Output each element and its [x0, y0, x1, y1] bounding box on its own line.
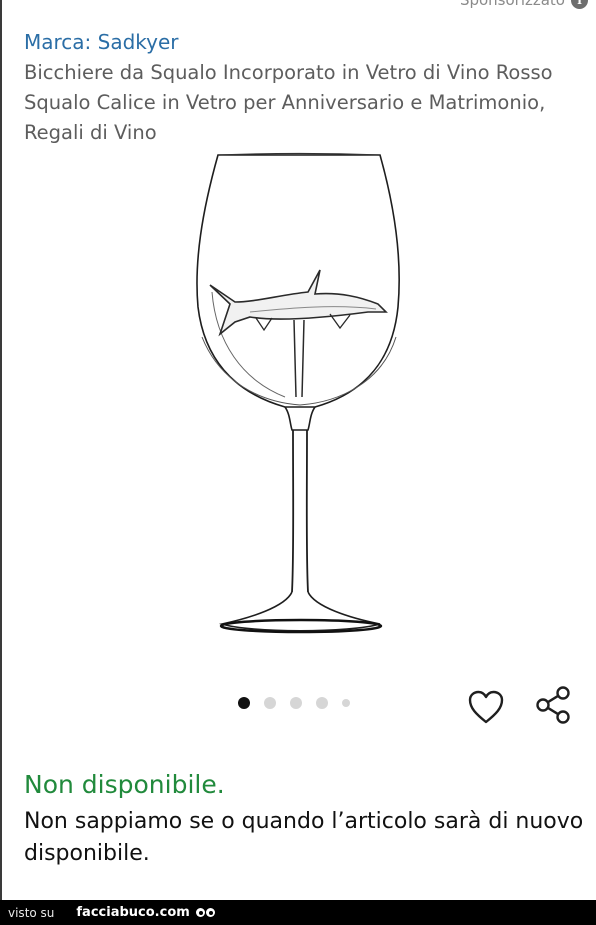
glass-neck [284, 406, 316, 431]
page-left-border [0, 0, 2, 900]
glass-stem [291, 429, 309, 593]
share-icon[interactable] [534, 684, 574, 726]
sponsored-label: Sponsorizzato [459, 0, 565, 9]
footer-bar: visto su facciabuco.com [0, 900, 596, 925]
brand-link[interactable]: Marca: Sadkyer [24, 30, 179, 54]
shark-figure [209, 269, 388, 337]
eyes-logo-icon [195, 908, 215, 917]
sponsored-label-container[interactable]: Sponsorizzato i [460, 0, 588, 10]
info-icon[interactable]: i [571, 0, 588, 9]
availability-status: Non disponibile. [24, 770, 225, 799]
carousel-dot-1[interactable] [238, 697, 250, 709]
carousel-indicator [238, 697, 350, 709]
glass-liquid-shadow [201, 336, 397, 406]
product-image[interactable] [190, 152, 410, 637]
heart-icon[interactable] [466, 688, 506, 726]
footer-seen-on: visto su [8, 905, 55, 920]
glass-bowl [196, 154, 400, 408]
carousel-dot-2[interactable] [264, 697, 276, 709]
footer-site-name[interactable]: facciabuco.com [76, 905, 189, 920]
carousel-dot-3[interactable] [290, 697, 302, 709]
glass-foot [218, 591, 381, 632]
product-title[interactable]: Bicchiere da Squalo Incorporato in Vetro… [24, 58, 564, 148]
carousel-dot-4[interactable] [316, 697, 328, 709]
carousel-dot-5[interactable] [342, 699, 350, 707]
availability-message: Non sappiamo se o quando l’articolo sarà… [24, 809, 584, 866]
inner-stem [293, 319, 305, 398]
